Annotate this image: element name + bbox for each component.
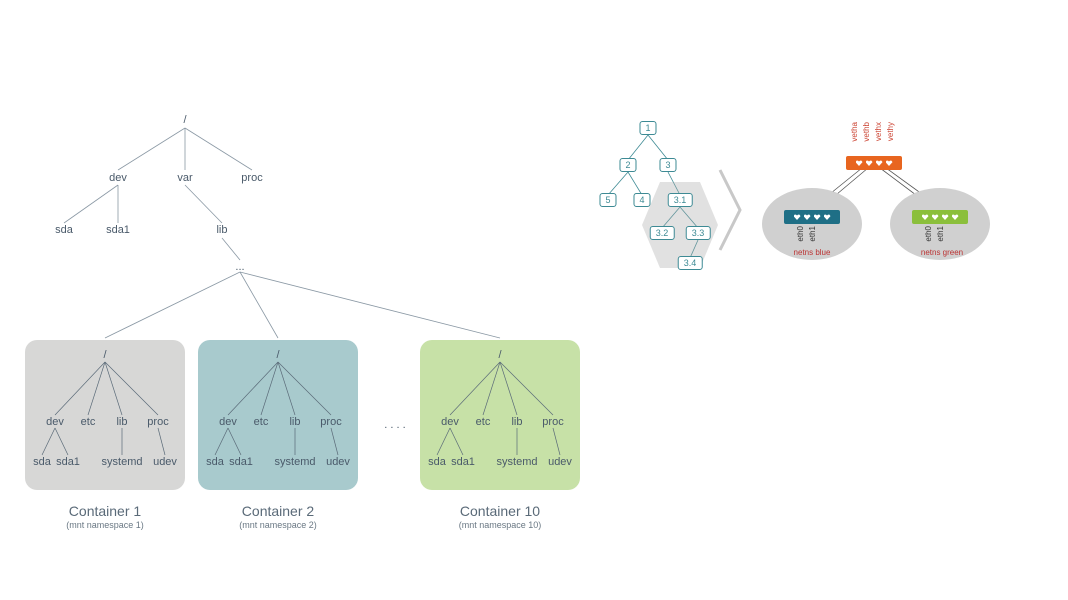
c1-lib: lib — [116, 416, 127, 428]
c1-udev: udev — [153, 456, 177, 468]
c2-proc: proc — [320, 416, 341, 428]
c2-sda1: sda1 — [229, 456, 253, 468]
port-icon — [932, 214, 939, 220]
c2-lib: lib — [289, 416, 300, 428]
fs-root: / — [183, 114, 186, 126]
pid-3-2: 3.2 — [650, 226, 675, 240]
c10-lib: lib — [511, 416, 522, 428]
pid-3-3: 3.3 — [686, 226, 711, 240]
c1-root: / — [103, 349, 106, 361]
port-icon — [856, 160, 863, 166]
port-icon — [794, 214, 801, 220]
vethy-label: vethy — [886, 122, 895, 141]
container-gap: . . . . — [384, 419, 405, 431]
c1-systemd: systemd — [102, 456, 143, 468]
c2-dev: dev — [219, 416, 237, 428]
c2-root: / — [276, 349, 279, 361]
fs-ellipsis: ... — [235, 261, 244, 273]
port-icon — [866, 160, 873, 166]
c1-dev: dev — [46, 416, 64, 428]
c2-sda: sda — [206, 456, 224, 468]
c10-udev: udev — [548, 456, 572, 468]
c1-sda: sda — [33, 456, 51, 468]
c10-etc: etc — [476, 416, 491, 428]
c10-title: Container 10 — [420, 503, 580, 519]
port-icon — [804, 214, 811, 220]
c2-sub: (mnt namespace 2) — [198, 520, 358, 530]
vethb-label: vethb — [862, 122, 871, 142]
port-icon — [876, 160, 883, 166]
port-icon — [942, 214, 949, 220]
pid-3: 3 — [659, 158, 676, 172]
port-icon — [922, 214, 929, 220]
green-eth0-label: eth0 — [924, 226, 933, 242]
pid-1: 1 — [639, 121, 656, 135]
c2-etc: etc — [254, 416, 269, 428]
vetha-label: vetha — [850, 122, 859, 142]
pid-4: 4 — [633, 193, 650, 207]
port-icon — [814, 214, 821, 220]
pid-2: 2 — [619, 158, 636, 172]
fs-dev: dev — [109, 172, 127, 184]
c1-etc: etc — [81, 416, 96, 428]
port-icon — [952, 214, 959, 220]
fs-sda: sda — [55, 224, 73, 236]
c2-systemd: systemd — [275, 456, 316, 468]
blue-eth1-label: eth1 — [808, 226, 817, 242]
c2-title: Container 2 — [198, 503, 358, 519]
c1-sub: (mnt namespace 1) — [25, 520, 185, 530]
port-icon — [824, 214, 831, 220]
green-eth1-label: eth1 — [936, 226, 945, 242]
netns-green-label: netns green — [921, 248, 963, 257]
c10-sda: sda — [428, 456, 446, 468]
fs-sda1: sda1 — [106, 224, 130, 236]
pid-3-4: 3.4 — [678, 256, 703, 270]
vethx-label: vethx — [874, 122, 883, 141]
blue-switch — [784, 210, 840, 224]
c10-root: / — [498, 349, 501, 361]
router-switch — [846, 156, 902, 170]
c1-title: Container 1 — [25, 503, 185, 519]
c1-proc: proc — [147, 416, 168, 428]
c10-sda1: sda1 — [451, 456, 475, 468]
c10-dev: dev — [441, 416, 459, 428]
fs-lib: lib — [216, 224, 227, 236]
c10-sub: (mnt namespace 10) — [420, 520, 580, 530]
netns-blue-label: netns blue — [794, 248, 831, 257]
pid-5: 5 — [599, 193, 616, 207]
c2-udev: udev — [326, 456, 350, 468]
port-icon — [886, 160, 893, 166]
blue-eth0-label: eth0 — [796, 226, 805, 242]
c1-sda1: sda1 — [56, 456, 80, 468]
pid-3-1: 3.1 — [668, 193, 693, 207]
fs-var: var — [177, 172, 192, 184]
green-switch — [912, 210, 968, 224]
c10-proc: proc — [542, 416, 563, 428]
fs-proc: proc — [241, 172, 262, 184]
c10-systemd: systemd — [497, 456, 538, 468]
